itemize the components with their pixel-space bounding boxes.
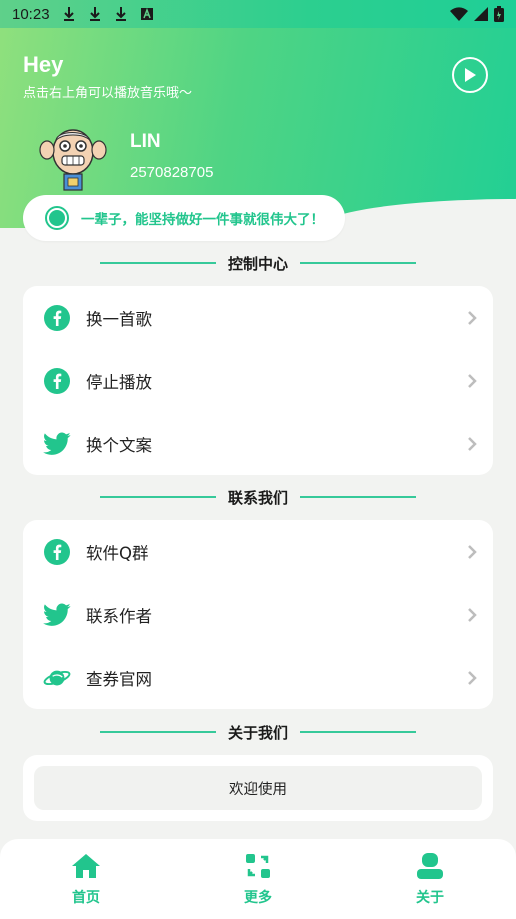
welcome-button[interactable]: 欢迎使用 [34,766,482,810]
about-card: 欢迎使用 [23,755,493,821]
motto-pill: 一辈子，能坚持做好一件事就很伟大了！ [23,195,345,241]
list-item-label: 换一首歌 [86,309,152,329]
list-item-label: 停止播放 [86,372,152,392]
chevron-right-icon [468,310,477,325]
list-item-label: 联系作者 [86,606,152,626]
user-name: LIN [130,131,161,152]
section-title-about: 关于我们 [100,721,417,743]
list-item-contact-author[interactable]: 联系作者 [23,583,493,646]
section-title-text: 联系我们 [228,488,289,507]
chevron-right-icon [468,544,477,559]
planet-icon [43,664,71,692]
status-time: 10:23 [12,5,50,23]
twitter-icon [43,601,71,629]
user-id: 2570828705 [130,164,214,181]
status-bar: 10:23 [0,0,516,28]
list-item-label: 换个文案 [86,435,152,455]
radio-dot-icon [45,206,69,230]
list-item-label: 软件Q群 [86,543,149,563]
more-icon [243,851,273,881]
greeting: Hey [23,52,64,77]
contact-card: 软件Q群 联系作者 查券官网 [23,520,493,709]
avatar [39,129,107,191]
facebook-icon [43,304,71,332]
signal-icon [474,7,488,21]
download-icon [63,7,74,21]
section-title-text: 关于我们 [228,723,289,742]
twitter-icon [43,430,71,458]
list-item-label: 查券官网 [86,669,152,689]
wifi-icon [450,7,468,21]
list-item-official-site[interactable]: 查券官网 [23,646,493,709]
motto-text: 一辈子，能坚持做好一件事就很伟大了！ [81,212,324,228]
nav-label: 关于 [416,890,444,906]
battery-icon [494,6,504,22]
download-icon [89,7,100,21]
nav-item-home[interactable]: 首页 [46,851,126,911]
facebook-icon [43,367,71,395]
list-item-qq-group[interactable]: 软件Q群 [23,520,493,583]
chevron-right-icon [468,436,477,451]
nav-label: 首页 [72,890,100,906]
section-title-contact: 联系我们 [100,486,417,508]
home-icon [71,851,101,881]
nav-item-about[interactable]: 关于 [390,851,470,911]
user-icon [415,851,445,881]
a-box-icon [140,7,153,20]
bottom-nav: 首页 更多 关于 [0,839,516,919]
list-item-next-song[interactable]: 换一首歌 [23,286,493,349]
control-card: 换一首歌 停止播放 换个文案 [23,286,493,475]
nav-label: 更多 [244,890,272,906]
facebook-icon [43,538,71,566]
chevron-right-icon [468,670,477,685]
section-title-control: 控制中心 [100,252,417,274]
header-subtitle: 点击右上角可以播放音乐哦～ [23,86,193,101]
chevron-right-icon [468,607,477,622]
list-item-change-text[interactable]: 换个文案 [23,412,493,475]
list-item-stop-play[interactable]: 停止播放 [23,349,493,412]
play-icon [465,68,476,82]
section-title-text: 控制中心 [228,254,289,273]
download-icon [115,7,126,21]
nav-item-more[interactable]: 更多 [218,851,298,911]
play-button[interactable] [452,57,488,93]
chevron-right-icon [468,373,477,388]
